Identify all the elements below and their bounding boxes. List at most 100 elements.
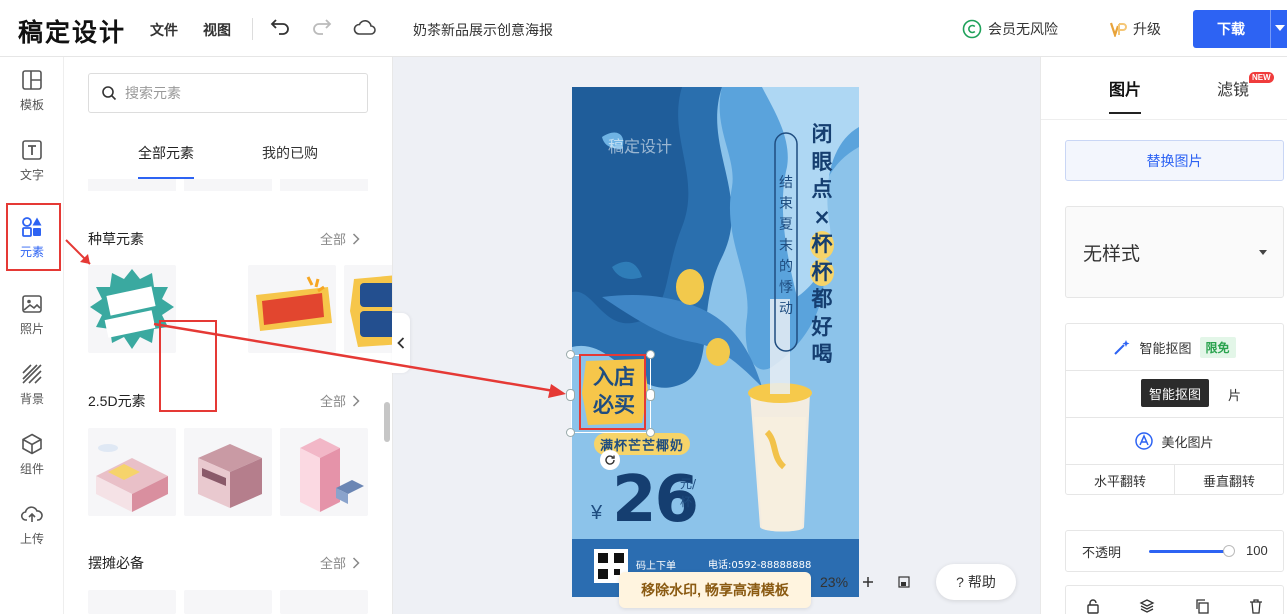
tab-separator	[1041, 119, 1287, 120]
smart-cutout-button[interactable]: 智能抠图 限免	[1066, 324, 1283, 371]
stall-element[interactable]	[280, 590, 368, 614]
thumb-partial[interactable]	[184, 179, 272, 191]
component-icon	[22, 433, 42, 454]
section-see-all[interactable]: 全部	[320, 553, 360, 572]
section-see-all[interactable]: 全部	[320, 229, 360, 248]
rotate-icon	[605, 455, 615, 465]
thumb-partial[interactable]	[280, 179, 368, 191]
copyright-icon	[962, 19, 982, 39]
zoom-level[interactable]: 23%	[820, 574, 848, 590]
layers-icon[interactable]	[1139, 598, 1155, 614]
trash-icon[interactable]	[1248, 598, 1264, 614]
poster-subline: 结束夏末的悸动	[777, 173, 795, 320]
collapse-panel-button[interactable]	[392, 313, 410, 373]
fit-screen-icon[interactable]	[898, 576, 910, 588]
member-guarantee[interactable]: 会员无风险	[962, 19, 1058, 39]
poster-headline-char: 杯	[810, 258, 834, 286]
magic-wand-icon	[1114, 340, 1130, 355]
rail-label: 上传	[19, 531, 44, 546]
menu-file[interactable]: 文件	[150, 20, 178, 40]
flip-vertical-button[interactable]: 垂直翻转	[1175, 465, 1283, 495]
poster-phone: 电话:0592-88888888	[708, 560, 812, 571]
poster-headline-char: ×	[813, 204, 831, 229]
image-tools-group: 智能抠图 限免 片 美化图片 水平翻转 垂直翻转	[1065, 323, 1284, 495]
resize-handle[interactable]	[646, 350, 655, 359]
thumb-partial[interactable]	[88, 179, 176, 191]
iso-element[interactable]	[280, 428, 368, 516]
chevron-down-icon[interactable]	[1275, 25, 1285, 31]
undo-icon[interactable]	[268, 16, 292, 40]
document-title[interactable]: 奶茶新品展示创意海报	[413, 20, 553, 40]
poster-canvas[interactable]: 稿定设计 闭眼点 × 杯杯都好喝 结束夏末的悸动 满杯芒芒椰奶 ¥ 26 元/杯 码…	[572, 87, 859, 597]
rail-item-template[interactable]: 模板	[0, 60, 64, 120]
zoom-in-icon[interactable]	[862, 576, 874, 588]
poster-subline-char: 结	[779, 175, 793, 191]
search-input[interactable]	[125, 85, 355, 101]
style-value: 无样式	[1083, 243, 1141, 265]
menu-view[interactable]: 视图	[203, 20, 231, 40]
iso-element[interactable]	[184, 428, 272, 516]
tab-all-elements[interactable]: 全部元素	[138, 143, 194, 163]
app-logo[interactable]: 稿定设计	[18, 13, 126, 49]
poster-headline-char: 眼	[811, 149, 833, 174]
flip-horizontal-button[interactable]: 水平翻转	[1066, 465, 1175, 495]
poster-headline: 闭眼点 × 杯杯都好喝	[810, 121, 834, 369]
opacity-slider-track[interactable]	[1149, 550, 1229, 553]
download-button[interactable]: 下载	[1193, 10, 1287, 48]
opacity-value[interactable]: 100	[1246, 543, 1268, 558]
isometric-building-image	[300, 438, 364, 512]
rotate-handle[interactable]	[600, 450, 620, 470]
resize-handle[interactable]	[646, 389, 655, 401]
upgrade-button[interactable]: 升级	[1110, 19, 1161, 39]
rail-item-text[interactable]: 文字	[0, 130, 64, 190]
rail-item-upload[interactable]: 上传	[0, 494, 64, 554]
search-box[interactable]	[88, 73, 368, 113]
sticker-must-buy[interactable]	[344, 265, 392, 353]
style-dropdown[interactable]: 无样式	[1065, 206, 1284, 298]
resize-handle[interactable]	[566, 350, 575, 359]
rail-item-background[interactable]: 背景	[0, 354, 64, 414]
lock-icon[interactable]	[1085, 598, 1101, 614]
poster-price-unit: 元/杯	[680, 477, 697, 509]
rail-item-component[interactable]: 组件	[0, 424, 64, 484]
poster-currency: ¥	[591, 502, 603, 524]
help-label: 帮助	[967, 574, 996, 590]
remove-watermark-banner[interactable]: 移除水印, 畅享高清模板	[619, 572, 811, 608]
resize-handle[interactable]	[566, 389, 575, 401]
isometric-shop-image	[198, 444, 262, 508]
section-see-all[interactable]: 全部	[320, 391, 360, 410]
tab-filter[interactable]: 滤镜	[1217, 76, 1249, 100]
replace-image-button[interactable]: 替换图片	[1065, 140, 1284, 181]
poster-subline-char: 末	[779, 238, 793, 254]
beautify-image-button[interactable]: 美化图片	[1066, 418, 1283, 465]
vip-icon	[1110, 22, 1127, 37]
opacity-slider-handle[interactable]	[1223, 545, 1235, 557]
opacity-control: 不透明 100	[1065, 530, 1284, 572]
stall-element[interactable]	[184, 590, 272, 614]
beautify-icon	[1135, 432, 1154, 450]
chevron-left-icon	[397, 337, 405, 349]
poster-headline-char: 好	[811, 314, 833, 339]
tab-image[interactable]: 图片	[1109, 76, 1141, 100]
redo-icon[interactable]	[310, 16, 334, 40]
iso-element[interactable]	[88, 428, 176, 516]
cloud-save-icon[interactable]	[353, 16, 377, 40]
sticker-buy-it[interactable]	[248, 265, 336, 353]
rail-item-photo[interactable]: 照片	[0, 284, 64, 344]
resize-handle[interactable]	[646, 428, 655, 437]
flip-row: 水平翻转 垂直翻转	[1066, 465, 1283, 495]
resize-handle[interactable]	[566, 428, 575, 437]
poster-headline-char: 都	[811, 287, 833, 311]
tab-purchased[interactable]: 我的已购	[262, 143, 318, 163]
poster-headline-char: 点	[811, 177, 833, 201]
copy-icon[interactable]	[1194, 598, 1210, 614]
smart-cutout-tooltip: 智能抠图	[1141, 379, 1209, 407]
section-title: 2.5D元素	[88, 393, 146, 409]
sticker-must-buy-image	[350, 275, 392, 347]
help-button[interactable]: ? 帮助	[936, 564, 1016, 600]
member-label: 会员无风险	[988, 21, 1058, 37]
chevron-right-icon	[352, 394, 360, 407]
panel-scrollbar[interactable]	[384, 402, 390, 442]
rail-label: 模板	[19, 97, 44, 112]
stall-element[interactable]	[88, 590, 176, 614]
